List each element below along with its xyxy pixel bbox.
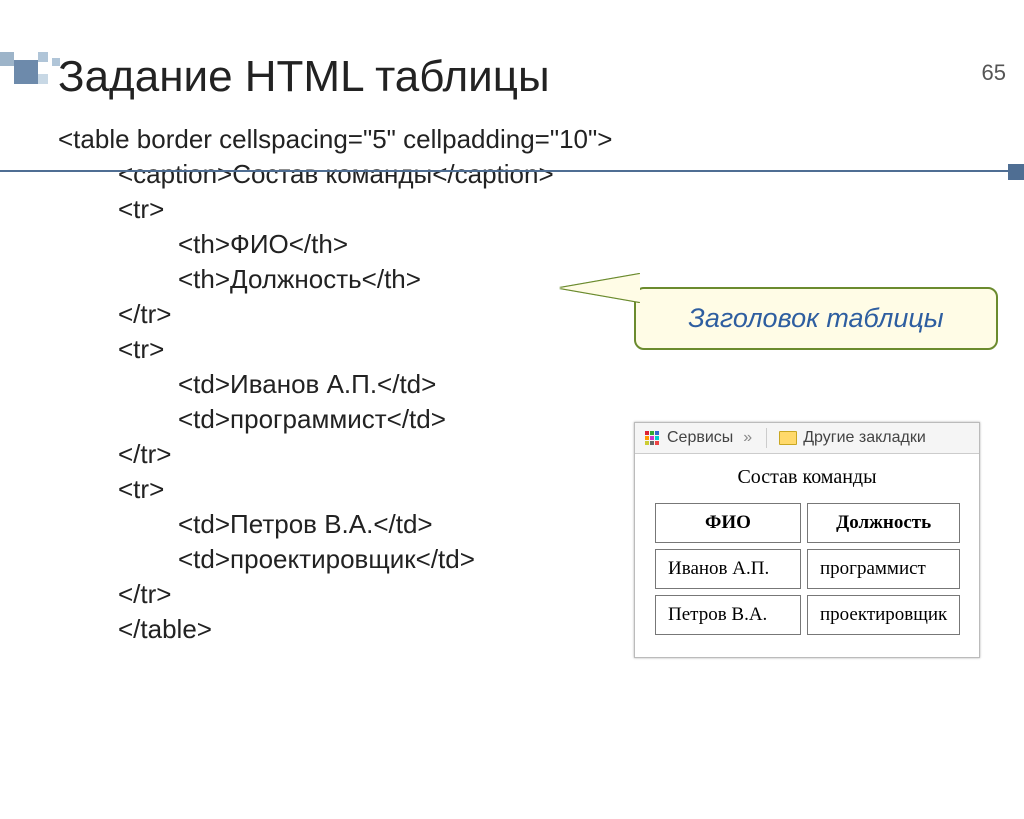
table-header-cell: Должность — [807, 503, 960, 543]
table-row: Иванов А.П. программист — [655, 549, 960, 589]
table-caption: Состав команды — [649, 466, 965, 489]
code-line: <td>Иванов А.П.</td> — [178, 369, 1024, 400]
decorative-squares — [0, 52, 80, 92]
table-cell: Петров В.А. — [655, 595, 801, 635]
rendered-table: ФИО Должность Иванов А.П. программист Пе… — [649, 497, 966, 641]
callout-pointer — [560, 274, 640, 302]
table-row: Петров В.А. проектировщик — [655, 595, 960, 635]
more-bookmarks-chevron[interactable]: » — [743, 429, 752, 447]
services-link[interactable]: Сервисы — [667, 429, 733, 447]
apps-icon[interactable] — [645, 431, 659, 445]
rendered-page: Состав команды ФИО Должность Иванов А.П.… — [635, 454, 979, 657]
code-line: <tr> — [118, 194, 1024, 225]
title-underline — [0, 170, 1024, 172]
table-cell: Иванов А.П. — [655, 549, 801, 589]
other-bookmarks-link[interactable]: Другие закладки — [803, 429, 926, 447]
table-cell: программист — [807, 549, 960, 589]
browser-preview-panel: Сервисы » Другие закладки Состав команды… — [634, 422, 980, 658]
code-line: <table border cellspacing="5" cellpaddin… — [58, 124, 1024, 155]
folder-icon — [779, 431, 797, 445]
bookmarks-divider — [766, 428, 767, 448]
table-header-row: ФИО Должность — [655, 503, 960, 543]
table-cell: проектировщик — [807, 595, 960, 635]
slide-title: Задание HTML таблицы — [58, 52, 1024, 102]
code-line: <caption>Состав команды</caption> — [118, 159, 1024, 190]
table-header-cell: ФИО — [655, 503, 801, 543]
slide-number: 65 — [982, 60, 1006, 86]
code-line: <th>ФИО</th> — [178, 229, 1024, 260]
bookmarks-bar: Сервисы » Другие закладки — [635, 423, 979, 454]
callout-box: Заголовок таблицы — [634, 287, 998, 350]
decorative-square-right — [1008, 164, 1024, 180]
